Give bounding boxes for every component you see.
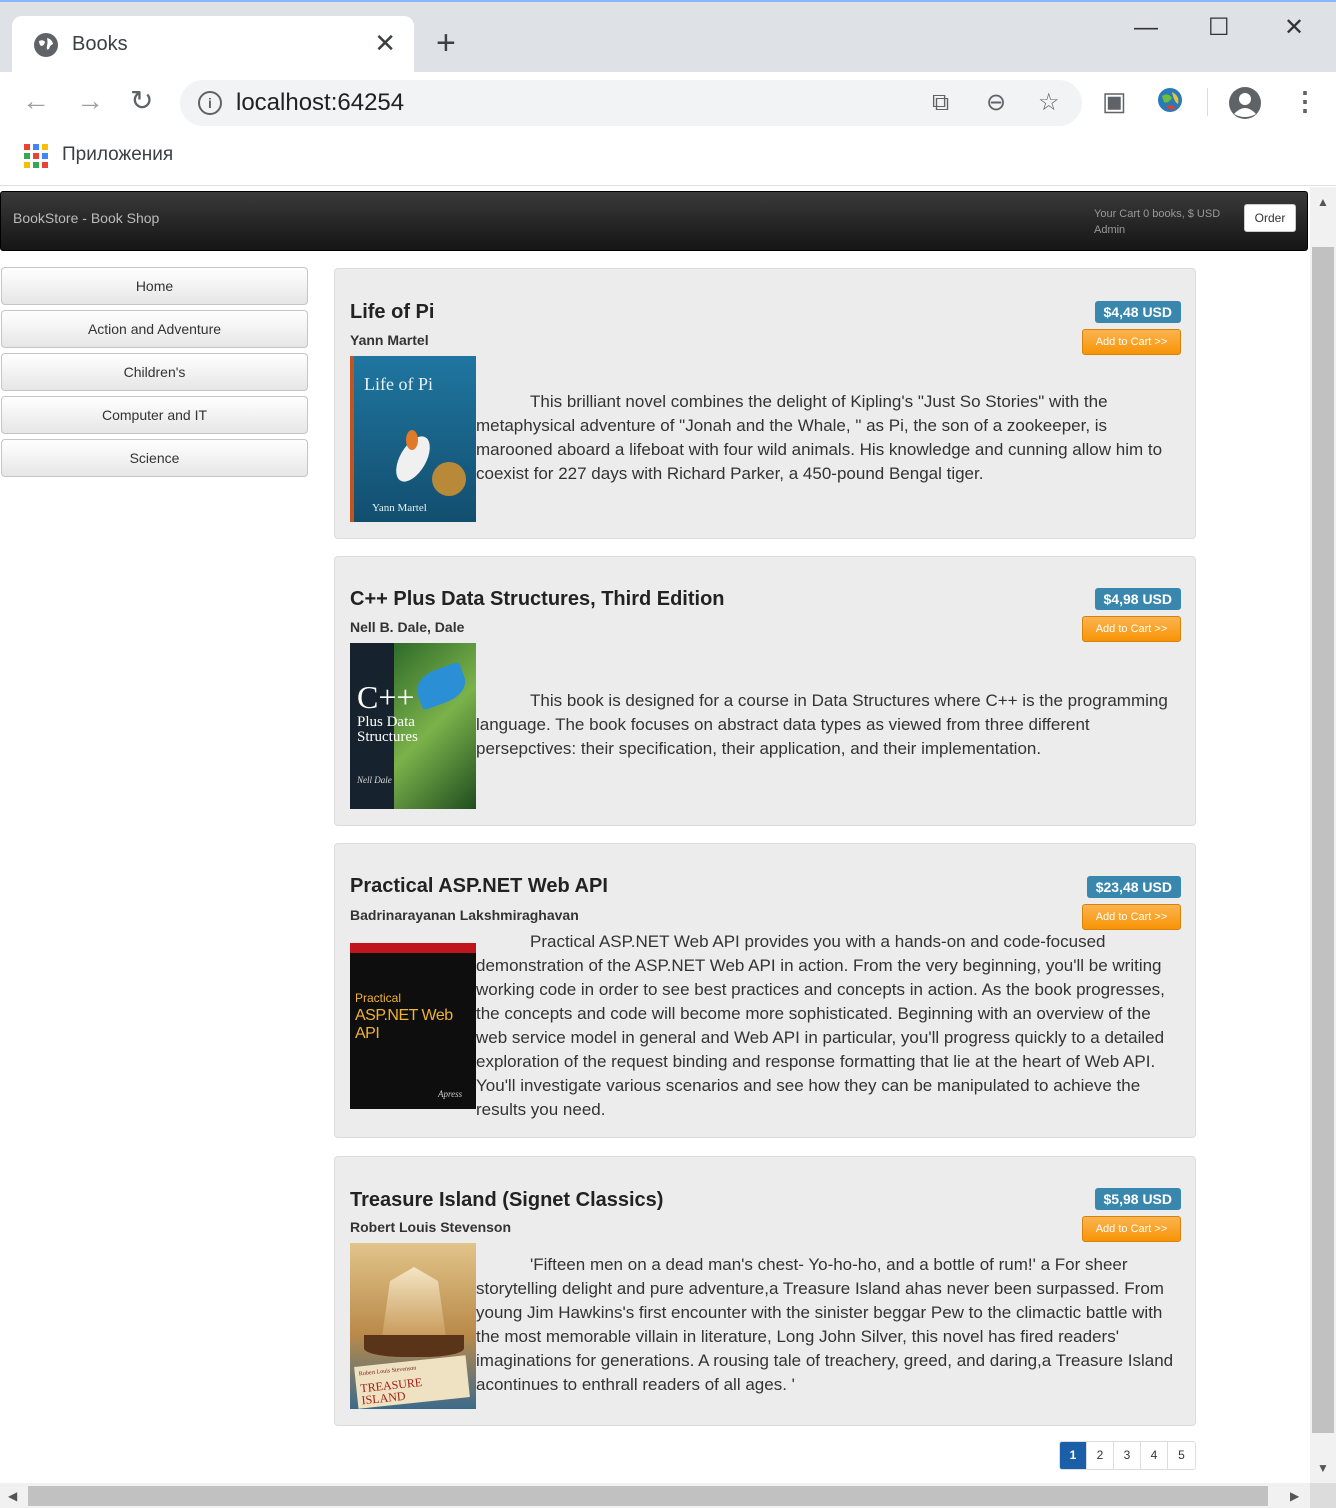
forward-arrow-icon[interactable]: → (76, 86, 104, 116)
page-link-5[interactable]: 5 (1168, 1442, 1195, 1469)
scroll-up-arrow-icon[interactable]: ▲ (1317, 195, 1329, 209)
apps-bookmark-label[interactable]: Приложения (62, 144, 173, 166)
book-description: 'Fifteen men on a dead man's chest- Yo-h… (476, 1255, 1174, 1394)
book-description: This book is designed for a course in Da… (476, 691, 1168, 758)
book-description: This brilliant novel combines the deligh… (476, 392, 1163, 483)
minimize-button[interactable]: — (1134, 14, 1158, 42)
book-title: Life of Pi (350, 301, 435, 323)
award-seal (432, 462, 466, 496)
cart-line: Your Cart 0 books, $ USD (1094, 208, 1221, 220)
price-badge: $4,98 USD (1094, 588, 1181, 610)
cover-title: ASP.NET Web API (355, 1007, 453, 1042)
book-description: Practical ASP.NET Web API provides you w… (476, 932, 1165, 1119)
book-cover-image: Practical ASP.NET Web API Apress (350, 943, 476, 1109)
add-to-cart-button[interactable]: Add to Cart >> (1082, 616, 1181, 642)
sidebar-item-science[interactable]: Science (1, 439, 308, 477)
new-tab-button[interactable]: + (436, 26, 456, 60)
toolbar-divider (1207, 88, 1208, 116)
book-title: C++ Plus Data Structures, Third Edition (350, 588, 725, 610)
book-author: Yann Martel (350, 332, 429, 348)
tab-title: Books (72, 33, 128, 55)
tiger-shape (406, 430, 418, 450)
book-author: Robert Louis Stevenson (350, 1219, 512, 1235)
price-badge: $23,48 USD (1086, 876, 1181, 898)
book-title: Treasure Island (Signet Classics) (350, 1189, 664, 1211)
horizontal-scroll-thumb[interactable] (28, 1486, 1268, 1506)
bookmarks-bar: Приложения (0, 132, 1336, 186)
price-badge: $5,98 USD (1094, 1188, 1181, 1210)
pagination: 1 2 3 4 5 (1059, 1441, 1196, 1470)
add-to-cart-button[interactable]: Add to Cart >> (1082, 329, 1181, 355)
sidebar-item-computer-it[interactable]: Computer and IT (1, 396, 308, 434)
user-line: Admin (1094, 224, 1126, 236)
sidebar-item-home[interactable]: Home (1, 267, 308, 305)
book-card: C++ Plus Data Structures, Third Edition … (334, 556, 1196, 826)
profile-avatar-icon[interactable] (1228, 86, 1262, 126)
category-sidebar: Home Action and Adventure Children's Com… (1, 267, 309, 482)
book-author: Badrinarayanan Lakshmiraghavan (350, 907, 579, 923)
globe-icon (34, 33, 58, 57)
book-cover-image: Robert Louis Stevenson TREASURE ISLAND (350, 1243, 476, 1409)
page-link-1[interactable]: 1 (1060, 1442, 1087, 1469)
scroll-down-arrow-icon[interactable]: ▼ (1317, 1461, 1329, 1475)
scroll-left-arrow-icon[interactable]: ◀ (8, 1489, 17, 1503)
order-button[interactable]: Order (1244, 204, 1296, 232)
site-navbar: BookStore - Book Shop Your Cart 0 books,… (0, 191, 1308, 251)
close-window-button[interactable]: ✕ (1284, 14, 1304, 42)
price-badge: $4,48 USD (1094, 301, 1181, 323)
sidebar-item-childrens[interactable]: Children's (1, 353, 308, 391)
book-card: Practical ASP.NET Web API Badrinarayanan… (334, 843, 1196, 1138)
cover-title: C++ (357, 679, 415, 715)
url-text[interactable]: localhost:64254 (236, 89, 404, 117)
ship-sails-shape (382, 1267, 446, 1337)
page-link-4[interactable]: 4 (1141, 1442, 1168, 1469)
add-to-cart-button[interactable]: Add to Cart >> (1082, 1216, 1181, 1242)
cart-summary: Your Cart 0 books, $ USD Admin (1094, 206, 1220, 238)
sidebar-item-action-adventure[interactable]: Action and Adventure (1, 310, 308, 348)
book-author: Nell B. Dale, Dale (350, 619, 465, 635)
site-brand[interactable]: BookStore - Book Shop (13, 210, 159, 226)
cover-author: Nell Dale (357, 775, 392, 785)
browser-window: Books ✕ + — ☐ ✕ ← → ↻ i localhost:64254 … (0, 0, 1336, 1508)
menu-kebab-icon[interactable]: ⋮ (1292, 86, 1318, 116)
tab-close-icon[interactable]: ✕ (374, 30, 396, 56)
book-card: Life of Pi Yann Martel $4,48 USD Add to … (334, 268, 1196, 539)
cover-author: Yann Martel (372, 502, 427, 514)
shopping-bag-icon[interactable]: ▣ (1102, 86, 1127, 116)
page-link-3[interactable]: 3 (1114, 1442, 1141, 1469)
add-to-cart-button[interactable]: Add to Cart >> (1082, 904, 1181, 930)
cover-subtitle: Plus Data Structures (357, 714, 418, 745)
maximize-button[interactable]: ☐ (1208, 14, 1230, 42)
page-link-2[interactable]: 2 (1087, 1442, 1114, 1469)
extension-globe-icon[interactable] (1156, 86, 1184, 120)
tab-strip: Books ✕ + — ☐ ✕ (0, 0, 1336, 74)
tab-books[interactable]: Books ✕ (12, 16, 414, 74)
translate-icon[interactable]: ⧉ (932, 90, 949, 116)
apps-grid-icon[interactable] (24, 144, 48, 168)
book-cover-image: Life of Pi Yann Martel (350, 356, 476, 522)
vertical-scroll-thumb[interactable] (1312, 247, 1334, 1433)
scrollbar-corner (1310, 1483, 1336, 1508)
book-card: Treasure Island (Signet Classics) Robert… (334, 1156, 1196, 1426)
book-cover-image: C++ Plus Data Structures Nell Dale (350, 643, 476, 809)
cover-publisher: Apress (438, 1089, 463, 1099)
browser-toolbar: ← → ↻ i localhost:64254 ⧉ ⊖ ☆ ▣ ⋮ (0, 72, 1336, 132)
cover-title: TREASURE ISLAND (359, 1374, 423, 1408)
cover-scroll: Robert Louis Stevenson TREASURE ISLAND (354, 1355, 470, 1409)
address-bar[interactable]: i localhost:64254 ⧉ ⊖ ☆ (180, 80, 1082, 126)
ship-hull-shape (364, 1335, 464, 1357)
back-arrow-icon[interactable]: ← (22, 86, 50, 116)
bookmark-star-icon[interactable]: ☆ (1038, 90, 1060, 116)
reload-icon[interactable]: ↻ (130, 86, 153, 116)
info-icon[interactable]: i (198, 91, 222, 115)
page-viewport: BookStore - Book Shop Your Cart 0 books,… (0, 187, 1310, 1483)
scroll-right-arrow-icon[interactable]: ▶ (1290, 1489, 1299, 1503)
cover-kicker: Practical (355, 991, 402, 1005)
book-title: Practical ASP.NET Web API (350, 875, 608, 897)
cover-title: Life of Pi (364, 374, 433, 394)
zoom-out-icon[interactable]: ⊖ (986, 90, 1006, 116)
